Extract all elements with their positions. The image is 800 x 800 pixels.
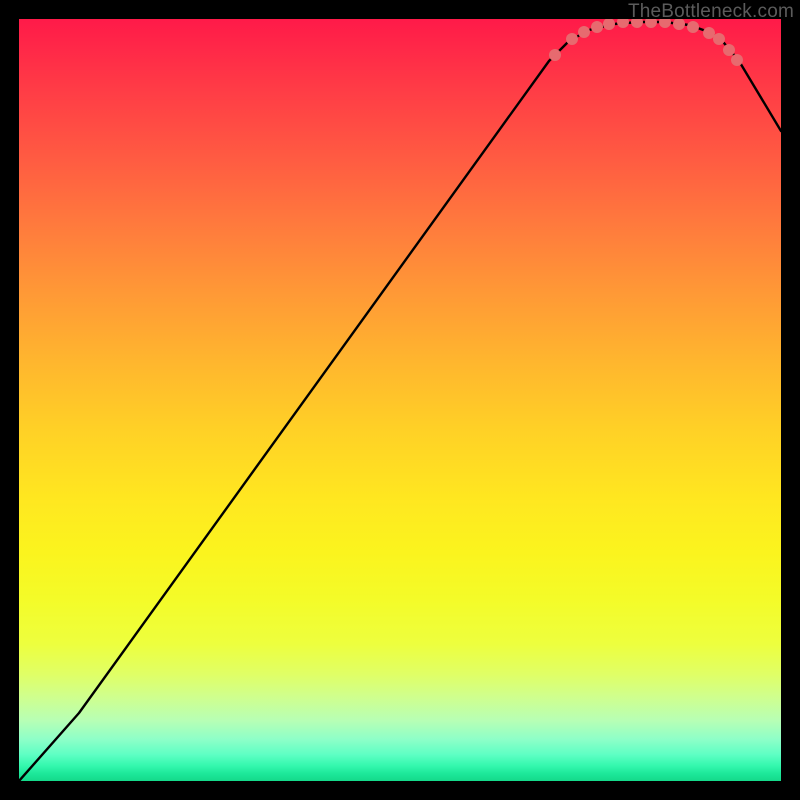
chart-svg	[19, 19, 781, 781]
curve-markers	[549, 19, 743, 66]
curve-marker	[723, 44, 735, 56]
curve-marker	[713, 33, 725, 45]
curve-marker	[566, 33, 578, 45]
curve-marker	[603, 19, 615, 30]
curve-marker	[731, 54, 743, 66]
bottleneck-curve	[19, 22, 781, 781]
watermark-text: TheBottleneck.com	[628, 1, 794, 23]
curve-marker	[703, 27, 715, 39]
curve-marker	[591, 21, 603, 33]
plot-area	[19, 19, 781, 781]
curve-marker	[549, 49, 561, 61]
chart-stage: TheBottleneck.com	[0, 0, 800, 800]
curve-marker	[578, 26, 590, 38]
